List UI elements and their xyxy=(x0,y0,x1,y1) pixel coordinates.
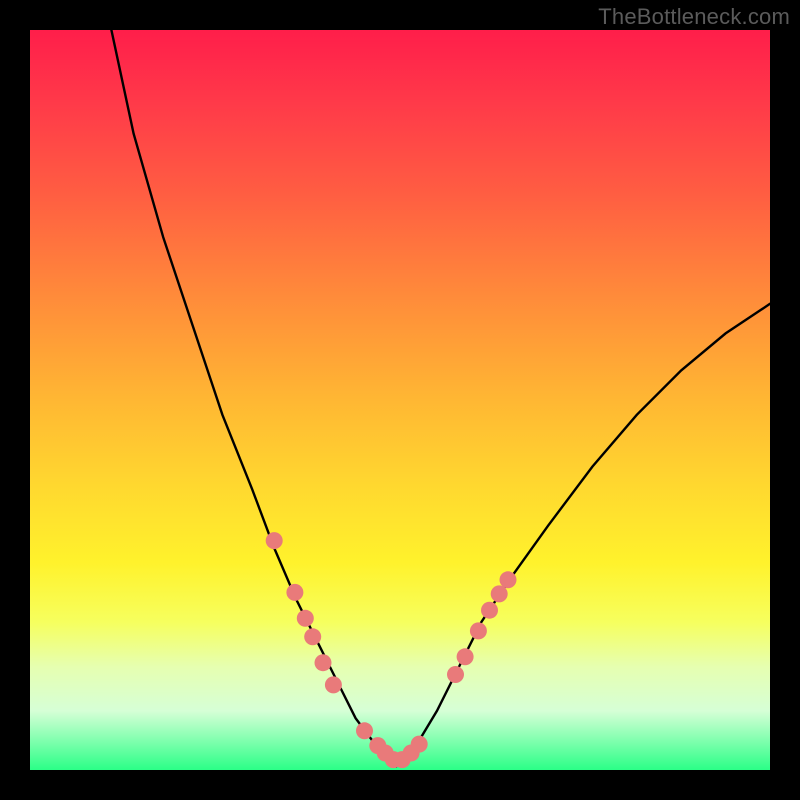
highlight-point xyxy=(286,584,303,601)
highlight-point xyxy=(500,571,517,588)
chart-frame: TheBottleneck.com xyxy=(0,0,800,800)
curve-layer xyxy=(30,30,770,770)
watermark-text: TheBottleneck.com xyxy=(598,4,790,30)
highlight-point xyxy=(304,628,321,645)
highlight-point xyxy=(315,654,332,671)
highlight-point xyxy=(457,648,474,665)
bottleneck-curve xyxy=(111,30,770,766)
highlight-point xyxy=(411,736,428,753)
highlight-point xyxy=(491,585,508,602)
highlight-point xyxy=(356,722,373,739)
plot-area xyxy=(30,30,770,770)
highlight-point xyxy=(470,622,487,639)
highlight-point xyxy=(447,666,464,683)
highlight-point xyxy=(481,602,498,619)
highlight-point xyxy=(297,610,314,627)
highlight-point xyxy=(325,676,342,693)
highlight-points xyxy=(266,532,517,768)
highlight-point xyxy=(266,532,283,549)
